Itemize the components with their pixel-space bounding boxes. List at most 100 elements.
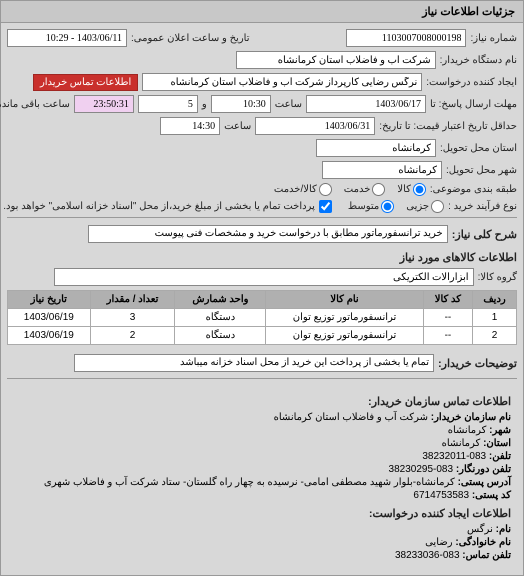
buyer-notes-label: توضیحات خریدار:: [438, 357, 517, 370]
address-label: آدرس پستی:: [458, 477, 511, 488]
goods-group-label: گروه کالا:: [478, 272, 517, 283]
province-value: کرمانشاه: [442, 438, 481, 449]
delivery-city-label: شهر محل تحویل:: [446, 165, 517, 176]
city-value: کرمانشاه: [448, 425, 487, 436]
goods-group-field: [54, 268, 474, 286]
postal-label: کد پستی:: [472, 490, 511, 501]
row-need-number: شماره نیاز: تاریخ و ساعت اعلان عمومی:: [7, 29, 517, 47]
treasury-checkbox[interactable]: [319, 200, 332, 213]
remaining-label: ساعت باقی مانده: [0, 99, 70, 110]
radio-service-label: خدمت: [344, 184, 371, 195]
need-summary-label: شرح کلی نیاز:: [452, 228, 517, 241]
buyer-org-label: نام دستگاه خریدار:: [440, 55, 517, 66]
row-need-summary: شرح کلی نیاز:: [7, 222, 517, 245]
cell-date: 1403/06/19: [8, 309, 91, 327]
radio-small[interactable]: [431, 200, 444, 213]
validity-label: حداقل تاریخ اعتبار قیمت: تا تاریخ:: [379, 121, 517, 132]
cell-code: --: [423, 327, 472, 345]
org-value: شرکت آب و فاضلاب استان کرمانشاه: [274, 412, 428, 423]
fax-label: تلفن دورنگار:: [456, 464, 511, 475]
time-label-2: ساعت: [224, 121, 251, 132]
process-radio-group: جزیی متوسط: [348, 200, 444, 213]
time-label-1: ساعت: [275, 99, 302, 110]
table-header-row: ردیف کد کالا نام کالا واحد شمارش تعداد /…: [8, 291, 517, 309]
th-row: ردیف: [473, 291, 517, 309]
row-deadline: مهلت ارسال پاسخ: تا ساعت و ساعت باقی مان…: [7, 95, 517, 113]
form-body: شماره نیاز: تاریخ و ساعت اعلان عمومی: نا…: [1, 23, 523, 575]
and-label: و: [202, 99, 207, 110]
radio-medium[interactable]: [381, 200, 394, 213]
req-name-value: نرگس: [467, 524, 493, 535]
validity-time-field: [160, 117, 220, 135]
requester-section-title: اطلاعات ایجاد کننده درخواست:: [13, 507, 511, 520]
radio-medium-label: متوسط: [348, 201, 379, 212]
req-lastname-label: نام خانوادگی:: [455, 537, 511, 548]
row-buyer-org: نام دستگاه خریدار:: [7, 51, 517, 69]
separator-2: [7, 378, 517, 379]
remaining-time-field: [74, 95, 134, 113]
deadline-time-field: [211, 95, 271, 113]
cell-qty: 2: [90, 327, 175, 345]
delivery-province-label: استان محل تحویل:: [440, 143, 517, 154]
tab-header: جزئیات اطلاعات نیاز: [1, 1, 523, 23]
category-label: طبقه بندی موضوعی:: [430, 184, 517, 195]
announce-datetime-field: [7, 29, 127, 47]
th-code: کد کالا: [423, 291, 472, 309]
postal-value: 6714753583: [413, 490, 469, 501]
row-goods-group: گروه کالا:: [7, 268, 517, 286]
goods-section-title: اطلاعات کالاهای مورد نیاز: [7, 251, 517, 264]
table-row: 1 -- ترانسفورماتور توزیع توان دستگاه 3 1…: [8, 309, 517, 327]
cell-unit: دستگاه: [175, 309, 266, 327]
th-name: نام کالا: [266, 291, 423, 309]
radio-goods-label: کالا: [397, 184, 411, 195]
row-delivery-city: شهر محل تحویل:: [7, 161, 517, 179]
radio-goods[interactable]: [413, 183, 426, 196]
radio-goods-service-label: کالا/خدمت: [274, 184, 317, 195]
radio-service[interactable]: [372, 183, 385, 196]
delivery-province-field: [316, 139, 436, 157]
cell-name: ترانسفورماتور توزیع توان: [266, 327, 423, 345]
contact-section-title: اطلاعات تماس سازمان خریدار:: [13, 395, 511, 408]
contact-buyer-button[interactable]: اطلاعات تماس خریدار: [33, 74, 138, 91]
cell-row: 1: [473, 309, 517, 327]
th-qty: تعداد / مقدار: [90, 291, 175, 309]
cell-row: 2: [473, 327, 517, 345]
th-date: تاریخ نیاز: [8, 291, 91, 309]
row-process: نوع فرآیند خرید : جزیی متوسط پرداخت تمام…: [7, 200, 517, 213]
contact-info-section: اطلاعات تماس سازمان خریدار: نام سازمان خ…: [7, 383, 517, 569]
cell-name: ترانسفورماتور توزیع توان: [266, 309, 423, 327]
cell-qty: 3: [90, 309, 175, 327]
minute-field: [138, 95, 198, 113]
announce-label: تاریخ و ساعت اعلان عمومی:: [131, 33, 250, 44]
req-lastname-value: رضایی: [425, 537, 453, 548]
radio-small-label: جزیی: [406, 201, 429, 212]
deadline-date-field: [306, 95, 426, 113]
process-note: پرداخت تمام یا بخشی از مبلغ خرید،از محل …: [3, 201, 315, 212]
req-phone-label: تلفن تماس:: [462, 550, 511, 561]
need-number-field: [346, 29, 466, 47]
req-phone-value: 083-38233036: [395, 550, 460, 561]
validity-date-field: [255, 117, 375, 135]
req-name-label: نام:: [496, 524, 511, 535]
address-value: کرمانشاه-بلوار شهید مصطفی امامی- نرسیده …: [44, 477, 455, 488]
phone-label: تلفن:: [489, 451, 511, 462]
requester-field: [142, 73, 422, 91]
phone-value: 083-38232011: [422, 451, 486, 462]
requester-label: ایجاد کننده درخواست:: [426, 77, 517, 88]
buyer-org-field: [236, 51, 436, 69]
row-category: طبقه بندی موضوعی: کالا خدمت کالا/خدمت: [7, 183, 517, 196]
table-row: 2 -- ترانسفورماتور توزیع توان دستگاه 2 1…: [8, 327, 517, 345]
buyer-notes-field: [74, 354, 434, 372]
row-requester: ایجاد کننده درخواست: اطلاعات تماس خریدار: [7, 73, 517, 91]
cell-unit: دستگاه: [175, 327, 266, 345]
tab-title: جزئیات اطلاعات نیاز: [422, 6, 515, 18]
th-unit: واحد شمارش: [175, 291, 266, 309]
cell-code: --: [423, 309, 472, 327]
cell-date: 1403/06/19: [8, 327, 91, 345]
goods-table: ردیف کد کالا نام کالا واحد شمارش تعداد /…: [7, 290, 517, 345]
radio-goods-service[interactable]: [319, 183, 332, 196]
fax-value: 083-38230295: [389, 464, 454, 475]
city-label: شهر:: [489, 425, 511, 436]
process-label: نوع فرآیند خرید :: [448, 201, 517, 212]
row-buyer-notes: توضیحات خریدار:: [7, 351, 517, 374]
